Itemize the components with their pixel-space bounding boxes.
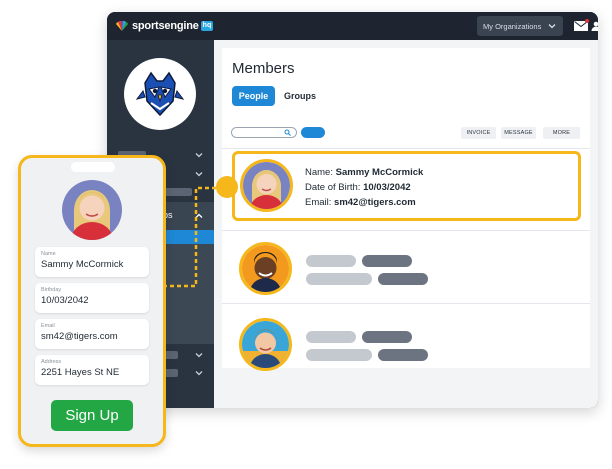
field-label: Birthday (41, 287, 62, 293)
avatar (239, 318, 292, 371)
field-label: Address (41, 359, 62, 365)
chevron-down-icon (195, 371, 203, 376)
table-row[interactable] (222, 239, 590, 299)
field-value: 2251 Hayes St NE (41, 367, 120, 378)
main-content: Members People Groups INVOICE MESSAGE MO… (214, 40, 598, 408)
field-value: sm42@tigers.com (41, 331, 118, 342)
dob-placeholder (362, 331, 412, 343)
peacock-icon (116, 21, 128, 31)
name-placeholder (306, 255, 356, 267)
owl-mascot-icon (135, 71, 185, 117)
member-email: Email: sm42@tigers.com (305, 197, 416, 208)
avatar (62, 180, 122, 240)
divider (222, 303, 590, 304)
divider (222, 230, 590, 231)
connector-line (163, 186, 230, 288)
member-photo (243, 162, 290, 209)
team-logo[interactable] (124, 58, 196, 130)
chevron-down-icon (195, 153, 203, 158)
field-value: Sammy McCormick (41, 259, 124, 270)
email-placeholder (306, 349, 372, 361)
table-row[interactable] (222, 315, 590, 375)
search-icon (284, 129, 291, 136)
user-icon[interactable] (591, 21, 598, 31)
address-placeholder (378, 273, 428, 285)
birthday-field[interactable]: Birthday 10/03/2042 (35, 283, 149, 313)
tab-people[interactable]: People (232, 86, 275, 106)
connector-dot (216, 176, 238, 198)
email-field[interactable]: Email sm42@tigers.com (35, 319, 149, 349)
name-value: Sammy McCormick (335, 167, 424, 178)
email-label: Email: (305, 197, 332, 208)
member-photo (62, 180, 122, 240)
page-title: Members (232, 60, 295, 77)
chevron-down-icon (195, 172, 203, 177)
member-dob: Date of Birth: 10/03/2042 (305, 182, 411, 193)
email-value: sm42@tigers.com (334, 197, 416, 208)
brand-badge: hq (200, 21, 214, 31)
address-field[interactable]: Address 2251 Hayes St NE (35, 355, 149, 385)
phone-notch (71, 162, 115, 172)
organizations-dropdown-label: My Organizations (483, 21, 542, 31)
dob-value: 10/03/2042 (363, 182, 411, 193)
tab-groups[interactable]: Groups (284, 86, 316, 106)
dob-label: Date of Birth: (305, 182, 361, 193)
email-placeholder (306, 273, 372, 285)
field-value: 10/03/2042 (41, 295, 89, 306)
name-placeholder (306, 331, 356, 343)
highlighted-member-row[interactable]: Name: Sammy McCormick Date of Birth: 10/… (232, 151, 581, 221)
member-photo (242, 321, 289, 368)
more-button[interactable]: MORE (543, 127, 580, 139)
divider (222, 148, 590, 149)
invoice-button[interactable]: INVOICE (461, 127, 496, 139)
dob-placeholder (362, 255, 412, 267)
name-label: Name: (305, 167, 333, 178)
brand-name: sportsengine (132, 20, 199, 32)
member-photo (242, 245, 289, 292)
avatar (239, 242, 292, 295)
name-field[interactable]: Name Sammy McCormick (35, 247, 149, 277)
member-name: Name: Sammy McCormick (305, 167, 423, 178)
chevron-down-icon (195, 353, 203, 358)
field-label: Email (41, 323, 55, 329)
sportsengine-logo[interactable]: sportsengine hq (115, 20, 214, 32)
top-bar: sportsengine hq My Organizations (107, 12, 598, 40)
search-input[interactable] (231, 127, 297, 138)
search-button[interactable] (301, 127, 325, 138)
sign-up-button[interactable]: Sign Up (51, 400, 133, 431)
chevron-down-icon (548, 24, 556, 29)
address-placeholder (378, 349, 428, 361)
phone-mockup: Name Sammy McCormick Birthday 10/03/2042… (18, 155, 166, 447)
avatar (240, 159, 293, 212)
field-label: Name (41, 251, 56, 257)
organizations-dropdown[interactable]: My Organizations (477, 16, 563, 36)
message-button[interactable]: MESSAGE (501, 127, 536, 139)
notification-dot (585, 19, 589, 23)
